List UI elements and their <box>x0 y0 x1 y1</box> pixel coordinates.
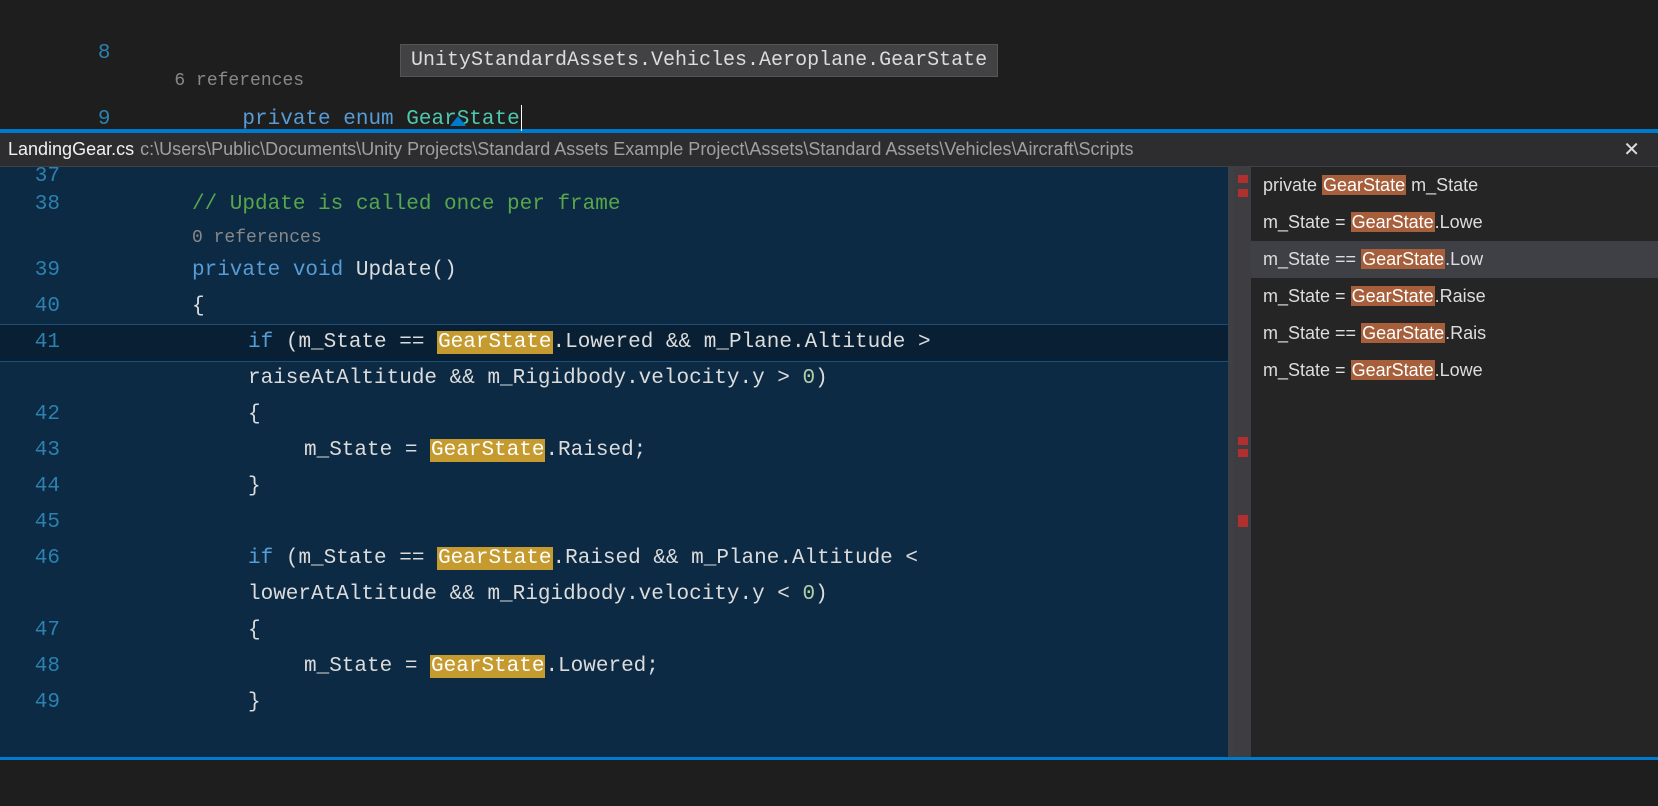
scrollbar-mark[interactable] <box>1238 189 1248 197</box>
keyword: private <box>242 108 330 131</box>
quickinfo-tooltip: UnityStandardAssets.Vehicles.Aeroplane.G… <box>400 44 998 77</box>
line-number: 43 <box>0 433 80 469</box>
code-line: 42{ <box>0 397 1228 433</box>
codelens-references[interactable]: 0 references <box>192 228 322 248</box>
reference-item-selected[interactable]: m_State == GearState.Low <box>1251 241 1658 278</box>
highlight-match: GearState <box>430 655 545 678</box>
code-line: 45 <box>0 505 1228 541</box>
close-icon[interactable]: ✕ <box>1623 137 1640 162</box>
scrollbar-mark[interactable] <box>1238 449 1248 457</box>
highlight-match: GearState <box>1351 212 1435 232</box>
line-number: 45 <box>0 505 80 541</box>
reference-item[interactable]: m_State = GearState.Lowe <box>1251 204 1658 241</box>
comment: // Update is called once per frame <box>192 193 620 216</box>
code-line: 48m_State = GearState.Lowered; <box>0 649 1228 685</box>
line-number: 37 <box>0 167 80 187</box>
peek-filepath: c:\Users\Public\Documents\Unity Projects… <box>140 139 1133 160</box>
code-line: raiseAtAltitude && m_Rigidbody.velocity.… <box>0 361 1228 397</box>
highlight-match: GearState <box>1351 286 1435 306</box>
line-number: 46 <box>0 541 80 577</box>
code-line: 38 // Update is called once per frame <box>0 187 1228 223</box>
line-number: 47 <box>0 613 80 649</box>
reference-item[interactable]: private GearState m_State <box>1251 167 1658 204</box>
reference-item[interactable]: m_State = GearState.Lowe <box>1251 352 1658 389</box>
line-number: 42 <box>0 397 80 433</box>
code-line: 40{ <box>0 289 1228 325</box>
code-line: 8 <box>0 0 1658 36</box>
code-line: lowerAtAltitude && m_Rigidbody.velocity.… <box>0 577 1228 613</box>
peek-filename[interactable]: LandingGear.cs <box>8 139 134 160</box>
peek-title-bar: LandingGear.cs c:\Users\Public\Documents… <box>0 133 1658 167</box>
keyword: enum <box>343 108 393 131</box>
peek-body: 37 38// Update is called once per frame … <box>0 167 1658 757</box>
peek-pointer-icon <box>450 116 466 126</box>
scrollbar-track[interactable] <box>1233 167 1251 757</box>
reference-item[interactable]: m_State == GearState.Rais <box>1251 315 1658 352</box>
line-number: 41 <box>0 325 80 361</box>
line-number: 48 <box>0 649 80 685</box>
code-line: 43m_State = GearState.Raised; <box>0 433 1228 469</box>
references-list[interactable]: private GearState m_State m_State = Gear… <box>1251 167 1658 757</box>
highlight-match: GearState <box>437 331 552 354</box>
line-number: 49 <box>0 685 80 721</box>
scrollbar-mark[interactable] <box>1238 437 1248 445</box>
line-number: 38 <box>0 187 80 223</box>
highlight-match: GearState <box>437 547 552 570</box>
code-line: 39private void Update() <box>0 253 1228 289</box>
highlight-match: GearState <box>430 439 545 462</box>
reference-item[interactable]: m_State = GearState.Raise <box>1251 278 1658 315</box>
code-line: 46if (m_State == GearState.Raised && m_P… <box>0 541 1228 577</box>
code-line: 49} <box>0 685 1228 721</box>
highlight-match: GearState <box>1322 175 1406 195</box>
peek-source-pane: 8 6 references 9private enum GearState U… <box>0 0 1658 129</box>
line-number: 40 <box>0 289 80 325</box>
codelens-references[interactable]: 6 references <box>50 71 304 91</box>
line-number: 44 <box>0 469 80 505</box>
scrollbar-mark[interactable] <box>1238 175 1248 183</box>
code-line: 37 <box>0 167 1228 187</box>
code-line-current[interactable]: 41if (m_State == GearState.Lowered && m_… <box>0 325 1228 361</box>
highlight-match: GearState <box>1351 360 1435 380</box>
text-caret <box>521 105 522 131</box>
highlight-match: GearState <box>1361 323 1445 343</box>
line-number: 39 <box>0 253 80 289</box>
peek-border-bottom <box>0 757 1658 760</box>
code-line: 47{ <box>0 613 1228 649</box>
codelens-row[interactable]: 0 references <box>0 223 1228 253</box>
highlight-match: GearState <box>1361 249 1445 269</box>
scrollbar-mark[interactable] <box>1238 515 1248 527</box>
peek-editor[interactable]: 37 38// Update is called once per frame … <box>0 167 1228 757</box>
code-line: 44} <box>0 469 1228 505</box>
